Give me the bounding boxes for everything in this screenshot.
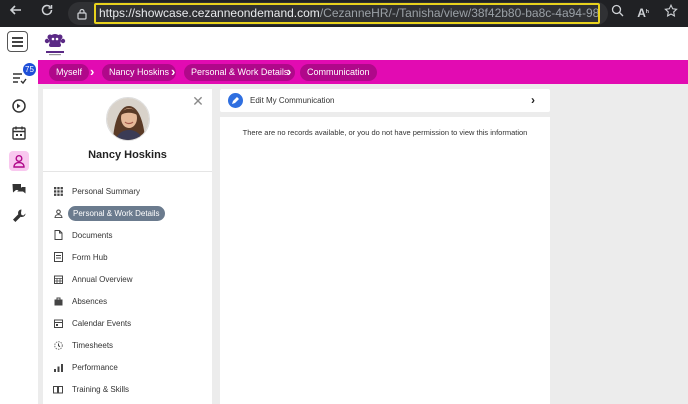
menu-item-label: Absences: [72, 296, 108, 306]
url-path: /CezanneHR/-/Tanisha/view/38f42b80-ba8c-…: [319, 6, 600, 20]
menu-item-absences[interactable]: Absences: [53, 293, 107, 309]
menu-item-label: Personal & Work Details: [68, 205, 165, 221]
breadcrumb-separator-icon: ›: [171, 64, 176, 79]
back-arrow-icon[interactable]: [6, 3, 26, 23]
breadcrumb-nancy-hoskins[interactable]: Nancy Hoskins: [102, 64, 177, 81]
calendar-icon: [53, 318, 63, 328]
zoom-icon[interactable]: [608, 4, 626, 22]
menu-item-label: Training & Skills: [72, 384, 130, 394]
reload-icon[interactable]: [37, 3, 57, 23]
edit-communication-label: Edit My Communication: [250, 96, 335, 105]
breadcrumb: Myself › Nancy Hoskins › Personal & Work…: [38, 60, 688, 84]
company-logo[interactable]: [41, 30, 69, 57]
breadcrumb-personal-work-details[interactable]: Personal & Work Details: [184, 64, 296, 81]
book-icon: [53, 384, 63, 394]
menu-item-documents[interactable]: Documents: [53, 227, 112, 243]
divider: [43, 171, 212, 172]
menu-item-label: Annual Overview: [72, 274, 133, 284]
chat-icon[interactable]: [9, 179, 29, 199]
notification-badge: 75: [23, 63, 36, 76]
menu-item-personal-work-details[interactable]: Personal & Work Details: [53, 205, 165, 221]
hamburger-menu-button[interactable]: [7, 31, 28, 52]
calendar-icon[interactable]: [9, 123, 29, 143]
address-bar[interactable]: https://showcase.cezanneondemand.com/Cez…: [68, 2, 608, 25]
url-host: https://showcase.cezanneondemand.com: [99, 6, 320, 20]
lock-icon[interactable]: [77, 7, 87, 20]
menu-item-training-skills[interactable]: Training & Skills: [53, 381, 129, 397]
menu-item-form-hub[interactable]: Form Hub: [53, 249, 108, 265]
suitcase-icon: [53, 296, 63, 306]
menu-item-label: Form Hub: [72, 252, 108, 262]
read-aloud-icon[interactable]: Aʰ: [634, 4, 652, 22]
edit-communication-button[interactable]: Edit My Communication ›: [220, 89, 550, 112]
document-icon: [53, 230, 63, 240]
favorite-star-icon[interactable]: [662, 3, 680, 22]
menu-item-label: Documents: [72, 230, 113, 240]
records-panel: There are no records available, or you d…: [220, 117, 550, 404]
person-icon[interactable]: [9, 151, 29, 171]
bar-chart-icon: [53, 362, 63, 372]
grid-icon: [53, 186, 63, 196]
history-icon[interactable]: [9, 96, 29, 116]
profile-card: ✕ Nancy Hoskins Personal Summary Persona…: [43, 89, 212, 404]
wrench-icon[interactable]: [9, 206, 29, 226]
empty-state-message: There are no records available, or you d…: [242, 128, 528, 137]
url-text[interactable]: https://showcase.cezanneondemand.com/Cez…: [94, 3, 600, 24]
close-icon[interactable]: ✕: [192, 94, 204, 108]
menu-item-label: Performance: [72, 362, 118, 372]
left-rail: 75: [0, 60, 38, 404]
app-header: [0, 27, 688, 60]
menu-item-label: Personal Summary: [72, 186, 141, 196]
menu-item-performance[interactable]: Performance: [53, 359, 118, 375]
form-icon: [53, 252, 63, 262]
breadcrumb-separator-icon: ›: [287, 64, 292, 79]
menu-item-personal-summary[interactable]: Personal Summary: [53, 183, 140, 199]
menu-item-label: Calendar Events: [72, 318, 132, 328]
pencil-icon: [228, 93, 243, 108]
clock-icon: [53, 340, 63, 350]
breadcrumb-communication[interactable]: Communication: [300, 64, 377, 81]
breadcrumb-myself[interactable]: Myself: [49, 64, 90, 81]
menu-item-annual-overview[interactable]: Annual Overview: [53, 271, 132, 287]
user-icon: [53, 208, 63, 218]
menu-item-label: Timesheets: [72, 340, 114, 350]
calendar-grid-icon: [53, 274, 63, 284]
profile-name: Nancy Hoskins: [88, 149, 167, 161]
menu-item-timesheets[interactable]: Timesheets: [53, 337, 113, 353]
breadcrumb-separator-icon: ›: [90, 64, 95, 79]
menu-item-calendar-events[interactable]: Calendar Events: [53, 315, 131, 331]
browser-toolbar: https://showcase.cezanneondemand.com/Cez…: [0, 0, 688, 27]
avatar: [106, 97, 150, 141]
chevron-right-icon: ›: [531, 93, 535, 107]
